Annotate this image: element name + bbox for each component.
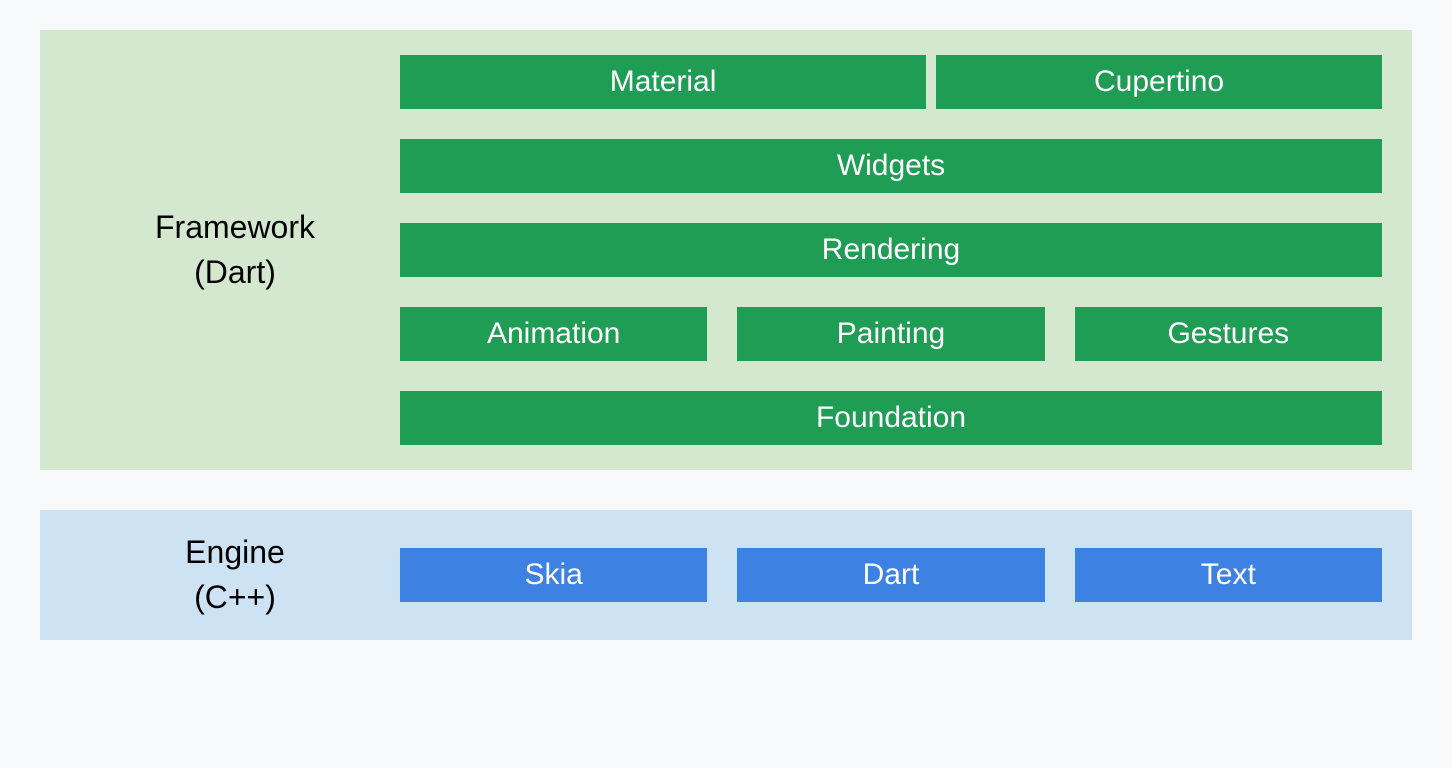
gestures-box: Gestures — [1075, 307, 1382, 361]
text-box: Text — [1075, 548, 1382, 602]
dart-box: Dart — [737, 548, 1044, 602]
skia-box: Skia — [400, 548, 707, 602]
framework-label-line2: (Dart) — [70, 250, 400, 295]
framework-row-widgets: Widgets — [400, 139, 1382, 193]
engine-label-line2: (C++) — [70, 575, 400, 620]
foundation-box: Foundation — [400, 391, 1382, 445]
framework-section: Framework (Dart) Material Cupertino Widg… — [40, 30, 1412, 470]
framework-row-rendering: Rendering — [400, 223, 1382, 277]
engine-section: Engine (C++) Skia Dart Text — [40, 510, 1412, 640]
framework-row-middle: Animation Painting Gestures — [400, 307, 1382, 361]
widgets-box: Widgets — [400, 139, 1382, 193]
material-box: Material — [400, 55, 926, 109]
framework-row-foundation: Foundation — [400, 391, 1382, 445]
engine-row: Skia Dart Text — [400, 548, 1382, 602]
animation-box: Animation — [400, 307, 707, 361]
engine-content: Skia Dart Text — [400, 548, 1382, 602]
rendering-box: Rendering — [400, 223, 1382, 277]
painting-box: Painting — [737, 307, 1044, 361]
engine-label: Engine (C++) — [70, 530, 400, 620]
engine-label-line1: Engine — [70, 530, 400, 575]
framework-label: Framework (Dart) — [70, 205, 400, 295]
framework-row-top: Material Cupertino — [400, 55, 1382, 109]
framework-content: Material Cupertino Widgets Rendering Ani… — [400, 55, 1382, 445]
framework-label-line1: Framework — [70, 205, 400, 250]
cupertino-box: Cupertino — [936, 55, 1382, 109]
